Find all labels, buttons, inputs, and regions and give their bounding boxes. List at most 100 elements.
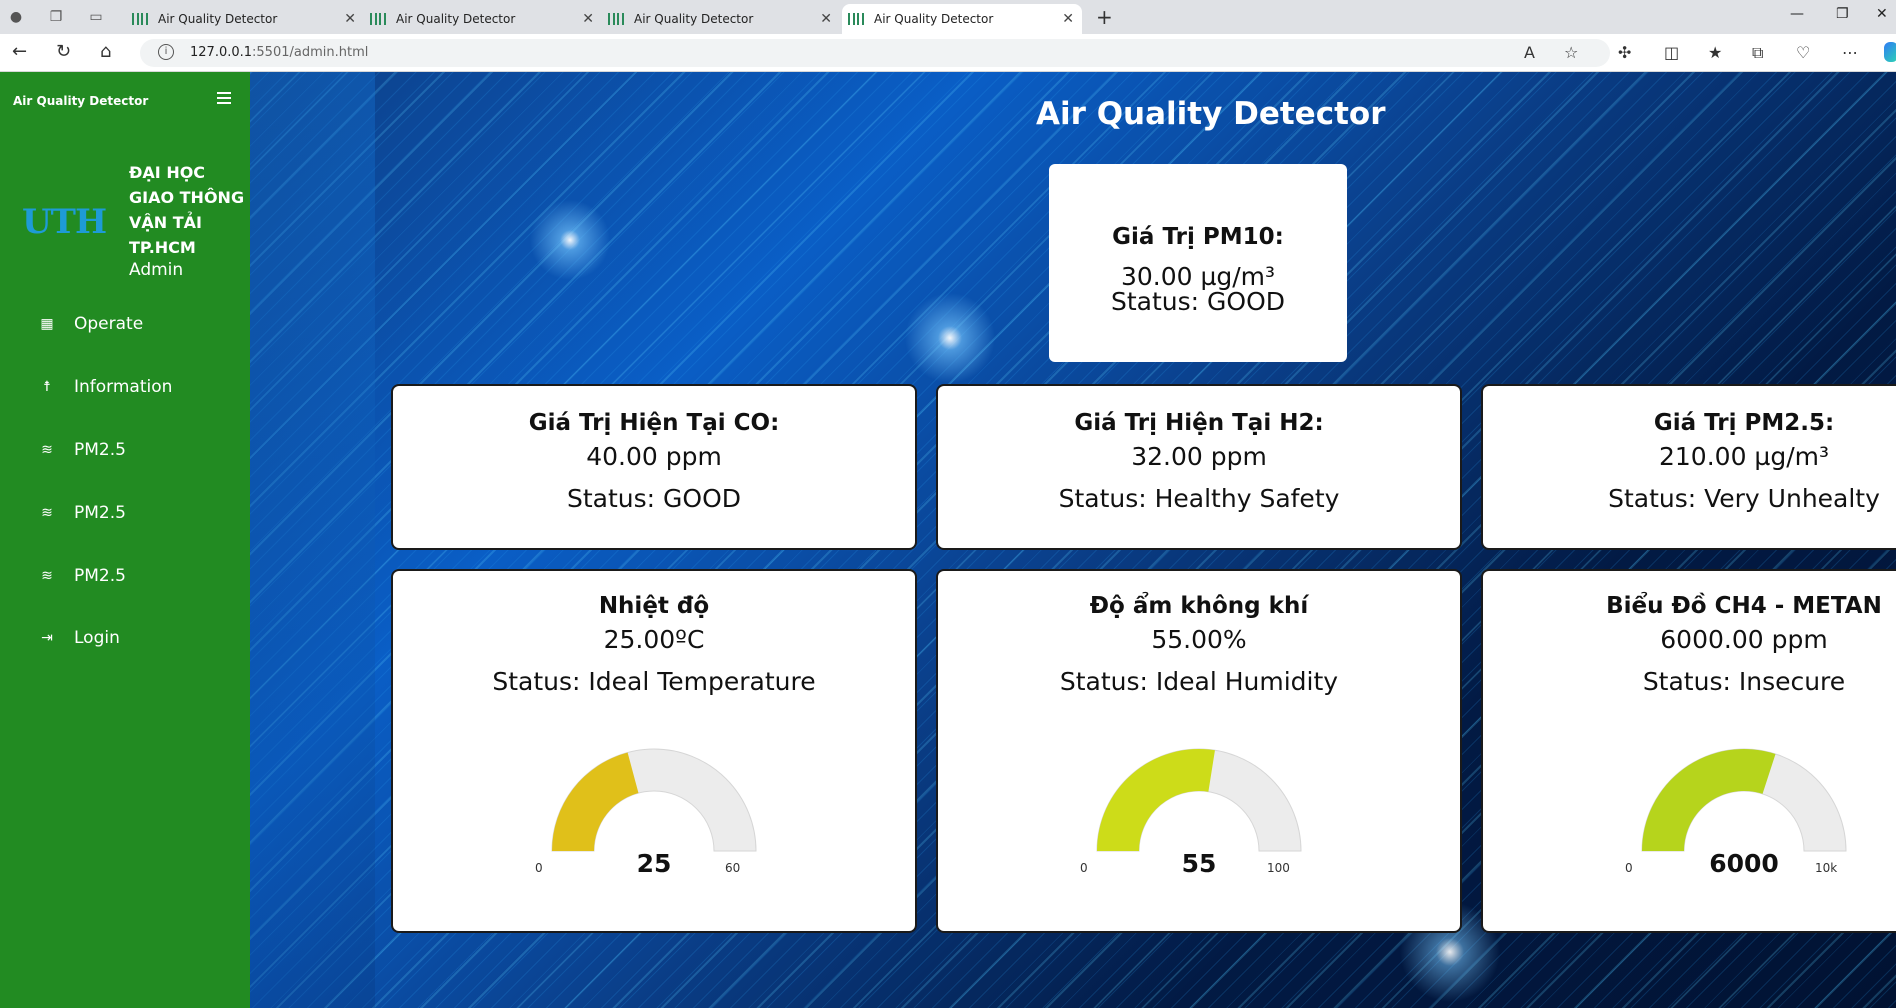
card-value: 210.00 µg/m³ [1659,442,1829,471]
minimize-icon[interactable]: — [1790,6,1804,22]
tab-title: Air Quality Detector [874,12,994,26]
window-close-icon[interactable]: ✕ [1876,6,1888,22]
pm25-card: Giá Trị PM2.5: 210.00 µg/m³ Status: Very… [1483,386,1896,548]
sidebar: Air Quality Detector UTH ĐẠI HỌC GIAO TH… [0,72,250,1008]
sidebar-brand[interactable]: Air Quality Detector [13,94,148,108]
university-name-line: GIAO THÔNG [129,188,245,207]
close-icon[interactable]: ✕ [820,11,832,27]
card-status: Status: Ideal Temperature [492,667,816,696]
new-tab-icon[interactable]: + [1096,5,1113,29]
card-value: 40.00 ppm [586,442,722,471]
grid-icon: ▦ [40,316,54,332]
sidebar-item-pm25-1[interactable]: ≋ PM2.5 [40,438,126,462]
browser-tab-bar: ● ❐ ▭ Air Quality Detector ✕ Air Quality… [0,0,1896,34]
wind-icon: ≋ [41,505,53,521]
gauge-value-label: 25 [636,849,672,878]
sidebar-item-label: PM2.5 [74,566,126,586]
university-name: ĐẠI HỌC GIAO THÔNG VẬN TẢI TP.HCM [129,160,249,260]
gauge-value-label: 55 [1181,849,1217,878]
profile-icon[interactable]: ● [6,7,26,27]
workspaces-icon[interactable]: ❐ [46,7,66,27]
sidebar-item-information[interactable]: ☨ Information [40,375,172,399]
browser-tab-2[interactable]: Air Quality Detector ✕ [364,4,602,34]
methane-card: Biểu Đồ CH4 - METAN 6000.00 ppm Status: … [1483,571,1896,931]
university-name-line: ĐẠI HỌC [129,163,206,182]
card-heading: Giá Trị Hiện Tại H2: [1074,410,1324,436]
pm10-card: Giá Trị PM10: 30.00 µg/m³ Status: GOOD [1049,164,1347,362]
wind-icon: ≋ [41,442,53,458]
sidebar-item-label: Information [74,377,173,397]
url-path: :5501/admin.html [252,45,369,60]
card-heading: Biểu Đồ CH4 - METAN [1606,593,1882,619]
extensions-icon[interactable]: ✣ [1618,43,1631,62]
sidebar-item-label: PM2.5 [74,440,126,460]
more-options-icon[interactable]: ⋯ [1842,43,1858,62]
url-host: 127.0.0.1 [190,45,253,60]
split-screen-icon[interactable]: ◫ [1664,43,1679,62]
card-status: Status: Ideal Humidity [1059,667,1339,696]
hamburger-menu-icon[interactable] [217,92,231,104]
sidebar-item-operate[interactable]: ▦ Operate [40,312,143,336]
restore-icon[interactable]: ❐ [1836,6,1849,22]
humidity-gauge: 0 100 55 [1059,739,1339,889]
card-heading: Nhiệt độ [598,593,710,619]
page-title: Air Quality Detector [1036,96,1386,132]
card-value: 25.00ºC [603,625,705,654]
methane-gauge: 0 10k 6000 [1604,739,1884,889]
person-icon: ☨ [43,379,51,395]
browser-tab-3[interactable]: Air Quality Detector ✕ [602,4,840,34]
user-role: Admin [129,260,184,280]
sidebar-item-label: Operate [74,314,144,334]
back-icon[interactable]: ← [12,42,27,62]
browser-tab-1[interactable]: Air Quality Detector ✕ [126,4,364,34]
temperature-card: Nhiệt độ 25.00ºC Status: Ideal Temperatu… [393,571,915,931]
read-aloud-icon[interactable]: A [1524,43,1535,62]
close-icon[interactable]: ✕ [582,11,594,27]
tab-title: Air Quality Detector [634,12,754,26]
app-favicon-icon [608,13,624,25]
card-heading: Giá Trị PM10: [1112,224,1284,250]
sidebar-item-login[interactable]: ⇥ Login [40,626,120,650]
copilot-icon[interactable] [1884,42,1896,62]
browser-essentials-icon[interactable]: ♡ [1796,43,1810,62]
card-heading: Giá Trị Hiện Tại CO: [528,410,780,436]
sidebar-item-pm25-3[interactable]: ≋ PM2.5 [40,564,126,588]
card-status: Status: GOOD [566,484,741,513]
sidebar-item-label: PM2.5 [74,503,126,523]
tab-title: Air Quality Detector [396,12,516,26]
card-value: 6000.00 ppm [1660,625,1828,654]
sidebar-item-label: Login [74,628,120,648]
card-status: Status: GOOD [1110,287,1285,316]
wind-icon: ≋ [41,568,53,584]
close-icon[interactable]: ✕ [1062,11,1074,27]
app-favicon-icon [132,13,148,25]
tab-actions-icon[interactable]: ▭ [86,7,106,27]
card-value: 32.00 ppm [1131,442,1267,471]
site-info-icon[interactable]: i [158,44,174,60]
university-logo: UTH [22,202,107,242]
university-name-line: TP.HCM [129,238,196,257]
login-icon: ⇥ [41,630,53,646]
gauge-value-label: 6000 [1709,849,1779,878]
favorite-star-icon[interactable]: ☆ [1564,43,1578,62]
card-status: Status: Insecure [1642,667,1846,696]
url-text[interactable]: 127.0.0.1:5501/admin.html [190,45,368,60]
gauge-fill [1642,749,1776,851]
app-favicon-icon [848,13,864,25]
close-icon[interactable]: ✕ [344,11,356,27]
gauge-svg [551,748,757,852]
url-field[interactable]: i 127.0.0.1:5501/admin.html [140,39,1610,67]
web-page: Air Quality Detector UTH ĐẠI HỌC GIAO TH… [0,72,1896,1008]
collections-icon[interactable]: ⧉ [1752,43,1763,63]
app-favicon-icon [370,13,386,25]
favorites-icon[interactable]: ★ [1708,43,1722,62]
browser-tab-4-active[interactable]: Air Quality Detector ✕ [842,4,1082,34]
main-content: Air Quality Detector Giá Trị PM10: 30.00… [250,72,1896,1008]
gauge-svg [1641,748,1847,852]
refresh-icon[interactable]: ↻ [56,42,71,62]
university-name-line: VẬN TẢI [129,213,202,232]
card-heading: Giá Trị PM2.5: [1653,410,1835,436]
sidebar-item-pm25-2[interactable]: ≋ PM2.5 [40,501,126,525]
co-card: Giá Trị Hiện Tại CO: 40.00 ppm Status: G… [393,386,915,548]
home-icon[interactable]: ⌂ [100,42,111,62]
